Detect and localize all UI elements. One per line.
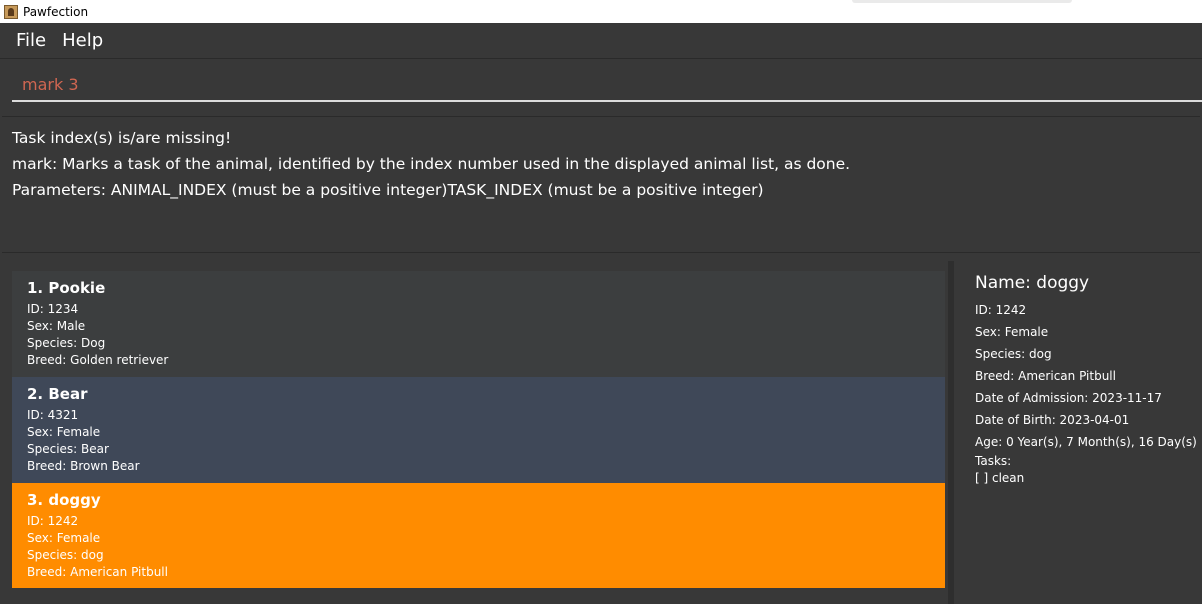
- detail-name: Name: doggy: [975, 273, 1090, 293]
- detail-age: Age: 0 Year(s), 7 Month(s), 16 Day(s): [975, 435, 1197, 449]
- detail-species: Species: dog: [975, 347, 1052, 361]
- animal-card-selected[interactable]: 3. doggy ID: 1242 Sex: Female Species: d…: [12, 483, 945, 588]
- menu-file[interactable]: File: [8, 30, 54, 51]
- animal-card-breed: Breed: Brown Bear: [27, 459, 140, 473]
- window-title: Pawfection: [23, 4, 89, 19]
- detail-task-item: [ ] clean: [975, 471, 1025, 485]
- result-line-usage: mark: Marks a task of the animal, identi…: [12, 155, 851, 173]
- menu-help[interactable]: Help: [54, 30, 111, 51]
- app-icon: [4, 4, 18, 19]
- detail-admission-date: Date of Admission: 2023-11-17: [975, 391, 1162, 405]
- animal-card-id: ID: 4321: [27, 408, 79, 422]
- animal-card-title: 3. doggy: [27, 491, 101, 509]
- animal-card-id: ID: 1234: [27, 302, 79, 316]
- animal-card[interactable]: 2. Bear ID: 4321 Sex: Female Species: Be…: [12, 377, 945, 483]
- animal-card-species: Species: Dog: [27, 336, 106, 350]
- detail-tasks-label: Tasks:: [975, 454, 1012, 468]
- detail-id: ID: 1242: [975, 303, 1027, 317]
- window-titlebar: Pawfection: [0, 0, 1202, 23]
- animal-card-sex: Sex: Female: [27, 425, 101, 439]
- animal-detail-panel: Name: doggy ID: 1242 Sex: Female Species…: [962, 261, 1202, 604]
- detail-breed: Breed: American Pitbull: [975, 369, 1116, 383]
- animal-card-title: 1. Pookie: [27, 279, 106, 297]
- animal-card-id: ID: 1242: [27, 514, 79, 528]
- titlebar-decoration: [852, 0, 1072, 3]
- result-line-error: Task index(s) is/are missing!: [12, 129, 232, 147]
- animal-card-breed: Breed: American Pitbull: [27, 565, 168, 579]
- animal-list-panel[interactable]: 1. Pookie ID: 1234 Sex: Male Species: Do…: [2, 261, 954, 604]
- animal-card-title: 2. Bear: [27, 385, 88, 403]
- result-line-parameters: Parameters: ANIMAL_INDEX (must be a posi…: [12, 181, 764, 199]
- animal-card-species: Species: Bear: [27, 442, 109, 456]
- detail-sex: Sex: Female: [975, 325, 1049, 339]
- menu-bar: File Help: [0, 23, 1202, 59]
- animal-card[interactable]: 1. Pookie ID: 1234 Sex: Male Species: Do…: [12, 271, 945, 377]
- detail-birth-date: Date of Birth: 2023-04-01: [975, 413, 1130, 427]
- animal-card-sex: Sex: Male: [27, 319, 86, 333]
- animal-card-breed: Breed: Golden retriever: [27, 353, 169, 367]
- result-display: Task index(s) is/are missing! mark: Mark…: [2, 116, 1200, 253]
- animal-card-sex: Sex: Female: [27, 531, 101, 545]
- command-box: [0, 59, 1202, 112]
- command-input[interactable]: [12, 69, 1202, 102]
- animal-card-species: Species: dog: [27, 548, 104, 562]
